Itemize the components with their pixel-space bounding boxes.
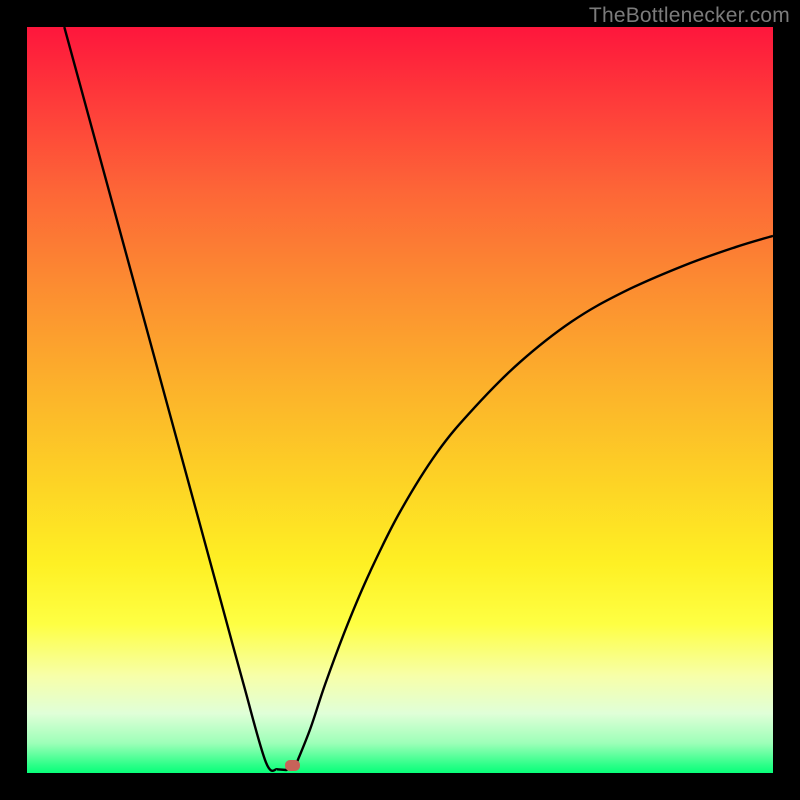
minimum-marker	[285, 760, 300, 771]
curve-svg	[27, 27, 773, 773]
curve-right-branch	[296, 236, 773, 766]
curve-left-branch	[64, 27, 277, 771]
chart-container: TheBottlenecker.com	[0, 0, 800, 800]
plot-area	[27, 27, 773, 773]
attribution-label: TheBottlenecker.com	[589, 4, 790, 28]
